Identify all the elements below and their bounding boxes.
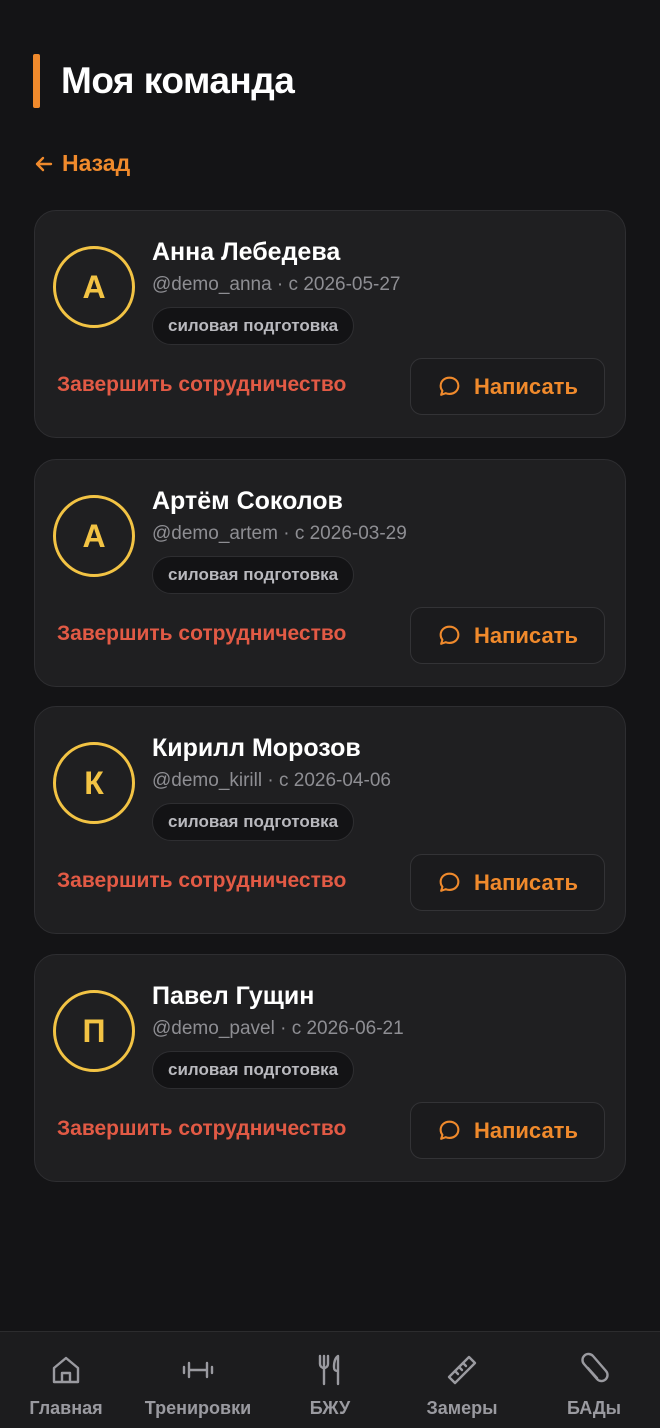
end-cooperation-button[interactable]: Завершить сотрудничество: [57, 869, 346, 893]
avatar: К: [53, 742, 135, 824]
chat-bubble-icon: [439, 625, 460, 645]
member-card: А Артём Соколов @demo_artem · с 2026-03-…: [34, 459, 626, 687]
chat-bubble-icon: [439, 376, 460, 396]
bottom-tab-bar: Главная Тренировки БЖУ Замеры БАДы: [0, 1331, 660, 1428]
write-message-button[interactable]: Написать: [410, 358, 605, 415]
pill-icon: [581, 1352, 609, 1383]
avatar: П: [53, 990, 135, 1072]
tab-macros[interactable]: БЖУ: [264, 1332, 396, 1428]
member-name: Анна Лебедева: [152, 238, 341, 266]
member-meta: @demo_pavel · с 2026-06-21: [152, 1018, 404, 1039]
member-card: П Павел Гущин @demo_pavel · с 2026-06-21…: [34, 954, 626, 1182]
title-accent-bar: [33, 54, 40, 108]
team-page: Моя команда Назад А Анна Лебедева @demo_…: [0, 0, 660, 1428]
tab-home[interactable]: Главная: [0, 1332, 132, 1428]
end-cooperation-button[interactable]: Завершить сотрудничество: [57, 1117, 346, 1141]
specialization-tag: силовая подготовка: [152, 556, 355, 594]
tab-label: БЖУ: [309, 1398, 351, 1418]
member-meta: @demo_kirill · с 2026-04-06: [152, 770, 391, 791]
tab-workouts[interactable]: Тренировки: [132, 1332, 264, 1428]
write-message-label: Написать: [474, 869, 578, 895]
tab-label: БАДы: [566, 1398, 622, 1418]
fork-knife-icon: [318, 1354, 340, 1386]
member-card: А Анна Лебедева @demo_anna · с 2026-05-2…: [34, 210, 626, 438]
arrow-left-icon: [35, 156, 53, 171]
member-meta: @demo_anna · с 2026-05-27: [152, 274, 401, 295]
write-message-button[interactable]: Написать: [410, 607, 605, 664]
avatar: А: [53, 495, 135, 577]
chat-bubble-icon: [439, 1120, 460, 1140]
tab-measurements[interactable]: Замеры: [396, 1332, 528, 1428]
home-icon: [52, 1356, 80, 1384]
member-meta: @demo_artem · с 2026-03-29: [152, 523, 407, 544]
tab-label: Замеры: [426, 1398, 498, 1418]
ruler-icon: [447, 1355, 477, 1385]
member-name: Артём Соколов: [152, 487, 343, 515]
write-message-button[interactable]: Написать: [410, 854, 605, 911]
member-name: Кирилл Морозов: [152, 734, 361, 762]
back-button[interactable]: Назад: [34, 150, 130, 177]
chat-bubble-icon: [439, 872, 460, 892]
specialization-tag: силовая подготовка: [152, 1051, 355, 1089]
specialization-tag: силовая подготовка: [152, 803, 355, 841]
dumbbell-icon: [182, 1361, 214, 1379]
write-message-label: Написать: [474, 373, 578, 399]
end-cooperation-button[interactable]: Завершить сотрудничество: [57, 622, 346, 646]
specialization-tag: силовая подготовка: [152, 307, 355, 345]
write-message-label: Написать: [474, 622, 578, 648]
write-message-button[interactable]: Написать: [410, 1102, 605, 1159]
tab-label: Главная: [29, 1398, 103, 1418]
tab-label: Тренировки: [144, 1398, 252, 1418]
member-card: К Кирилл Морозов @demo_kirill · с 2026-0…: [34, 706, 626, 934]
page-title: Моя команда: [61, 60, 295, 101]
end-cooperation-button[interactable]: Завершить сотрудничество: [57, 373, 346, 397]
page-header: Моя команда: [33, 54, 295, 108]
avatar: А: [53, 246, 135, 328]
back-label: Назад: [62, 150, 131, 176]
write-message-label: Написать: [474, 1117, 578, 1143]
tab-supplements[interactable]: БАДы: [528, 1332, 660, 1428]
member-name: Павел Гущин: [152, 982, 315, 1010]
